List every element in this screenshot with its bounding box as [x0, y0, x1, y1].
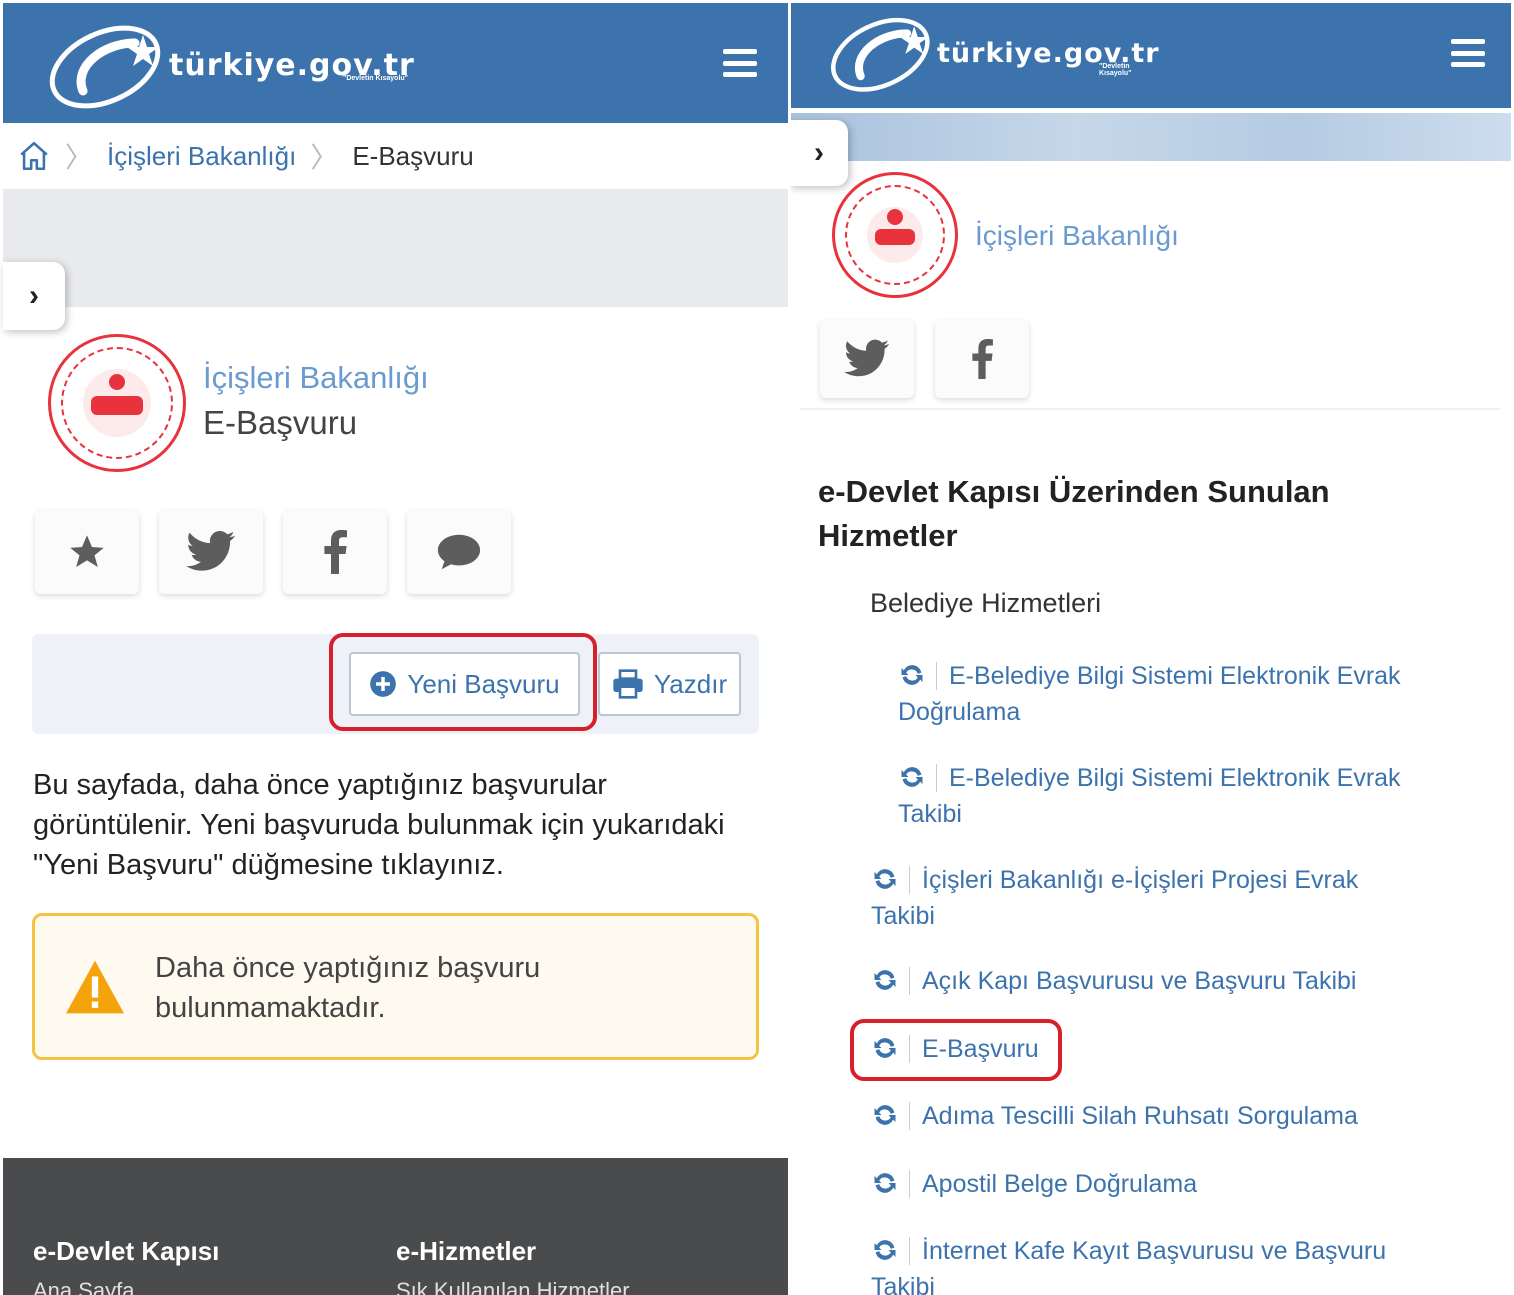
page-title: E-Başvuru	[203, 404, 358, 441]
logo-tagline: "Devletin Kısayolu"	[343, 75, 408, 82]
twitter-icon	[186, 530, 235, 571]
service-label: E-Belediye Bilgi Sistemi Elektronik Evra…	[898, 662, 1401, 726]
refresh-icon	[901, 767, 923, 787]
breadcrumb-link-ministry[interactable]: İçişleri Bakanlığı	[107, 141, 296, 172]
breadcrumb-current: E-Başvuru	[352, 140, 474, 171]
refresh-icon	[901, 665, 923, 685]
print-icon	[613, 669, 643, 699]
service-link[interactable]: Adıma Tescilli Silah Ruhsatı Sorgulama	[871, 1098, 1451, 1134]
site-logo[interactable]: türkiye.gov.tr "Devletin Kısayolu"	[825, 9, 1160, 97]
facebook-share-button[interactable]	[935, 320, 1029, 398]
alert-message: Daha önce yaptığınız başvuru bulunmamakt…	[155, 952, 541, 1024]
facebook-icon	[972, 339, 993, 379]
site-footer: e-Devlet Kapısı Ana Sayfa e-Hizmetler Sı…	[3, 1158, 788, 1295]
sidebar-toggle-button[interactable]: ›	[790, 120, 848, 186]
twitter-share-button[interactable]	[159, 510, 263, 594]
site-logo[interactable]: türkiye.gov.tr "Devletin Kısayolu"	[43, 17, 415, 113]
service-link[interactable]: Açık Kapı Başvurusu ve Başvuru Takibi	[871, 963, 1431, 999]
service-label: Açık Kapı Başvurusu ve Başvuru Takibi	[922, 967, 1357, 995]
service-link[interactable]: İnternet Kafe Kayıt Başvurusu ve Başvuru…	[871, 1233, 1401, 1295]
service-label: E-Belediye Bilgi Sistemi Elektronik Evra…	[898, 764, 1401, 828]
footer-heading-edevlet: e-Devlet Kapısı	[33, 1236, 220, 1266]
refresh-icon	[874, 1173, 896, 1193]
footer-heading-eservices: e-Hizmetler	[396, 1236, 537, 1266]
star-icon	[70, 535, 104, 567]
home-icon[interactable]	[17, 139, 51, 173]
service-label: İnternet Kafe Kayıt Başvurusu ve Başvuru…	[871, 1237, 1387, 1295]
footer-link-frequent[interactable]: Sık Kullanılan Hizmetler	[396, 1278, 630, 1295]
category-title: Belediye Hizmetleri	[870, 588, 1102, 618]
favorite-button[interactable]	[35, 510, 139, 594]
twitter-share-button[interactable]	[820, 320, 914, 398]
breadcrumb-separator-icon: 〉	[310, 142, 339, 173]
ministry-seal-logo	[832, 172, 958, 298]
service-link[interactable]: Apostil Belge Doğrulama	[871, 1166, 1431, 1202]
comment-button[interactable]	[407, 510, 511, 594]
warning-alert: Daha önce yaptığınız başvuru bulunmamakt…	[32, 913, 759, 1060]
footer-link-home[interactable]: Ana Sayfa	[33, 1278, 135, 1295]
ministry-seal-logo	[48, 334, 186, 472]
site-header: türkiye.gov.tr "Devletin Kısayolu"	[3, 3, 788, 123]
service-link[interactable]: İçişleri Bakanlığı e-İçişleri Projesi Ev…	[871, 862, 1391, 934]
comment-icon	[437, 534, 481, 570]
service-link[interactable]: E-Belediye Bilgi Sistemi Elektronik Evra…	[898, 760, 1418, 832]
org-name: İçişleri Bakanlığı	[203, 360, 429, 395]
logo-swoosh-icon	[49, 25, 161, 109]
refresh-icon	[874, 1240, 896, 1260]
chevron-right-icon: ›	[814, 136, 824, 169]
highlight-annotation	[850, 1019, 1062, 1081]
page-banner	[791, 113, 1511, 161]
breadcrumb-separator-icon: 〉	[65, 142, 94, 173]
service-label: Adıma Tescilli Silah Ruhsatı Sorgulama	[922, 1102, 1358, 1130]
info-text: Bu sayfada, daha önce yaptığınız başvuru…	[33, 769, 725, 881]
print-label: Yazdır	[653, 668, 728, 699]
left-screen: türkiye.gov.tr "Devletin Kısayolu" 〉 İçi…	[0, 0, 790, 1295]
org-name: İçişleri Bakanlığı	[975, 220, 1179, 251]
logo-tagline: "Devletin Kısayolu"	[1099, 63, 1132, 77]
page-banner	[3, 189, 788, 307]
facebook-icon	[324, 530, 347, 574]
logo-swoosh-icon	[831, 17, 930, 92]
refresh-icon	[874, 869, 896, 889]
right-screen: türkiye.gov.tr "Devletin Kısayolu" › İçi…	[790, 0, 1514, 1295]
highlight-annotation	[329, 633, 597, 731]
facebook-share-button[interactable]	[283, 510, 387, 594]
breadcrumb: 〉 İçişleri Bakanlığı 〉 E-Başvuru	[3, 123, 788, 189]
sidebar-toggle-button[interactable]: ›	[3, 262, 65, 330]
refresh-icon	[874, 970, 896, 990]
service-link[interactable]: E-Belediye Bilgi Sistemi Elektronik Evra…	[898, 658, 1418, 730]
service-label: Apostil Belge Doğrulama	[922, 1170, 1198, 1198]
print-button[interactable]: Yazdır	[598, 652, 741, 716]
chevron-right-icon: ›	[29, 279, 39, 312]
menu-icon[interactable]	[1451, 39, 1485, 67]
warning-icon	[66, 960, 124, 1014]
service-label: İçişleri Bakanlığı e-İçişleri Projesi Ev…	[871, 866, 1359, 930]
section-title: e-Devlet Kapısı Üzerinden Sunulan Hizmet…	[818, 474, 1330, 553]
menu-icon[interactable]	[723, 49, 757, 77]
section-divider	[800, 408, 1500, 410]
site-header: türkiye.gov.tr "Devletin Kısayolu"	[791, 3, 1511, 108]
refresh-icon	[874, 1105, 896, 1125]
twitter-icon	[844, 339, 889, 377]
